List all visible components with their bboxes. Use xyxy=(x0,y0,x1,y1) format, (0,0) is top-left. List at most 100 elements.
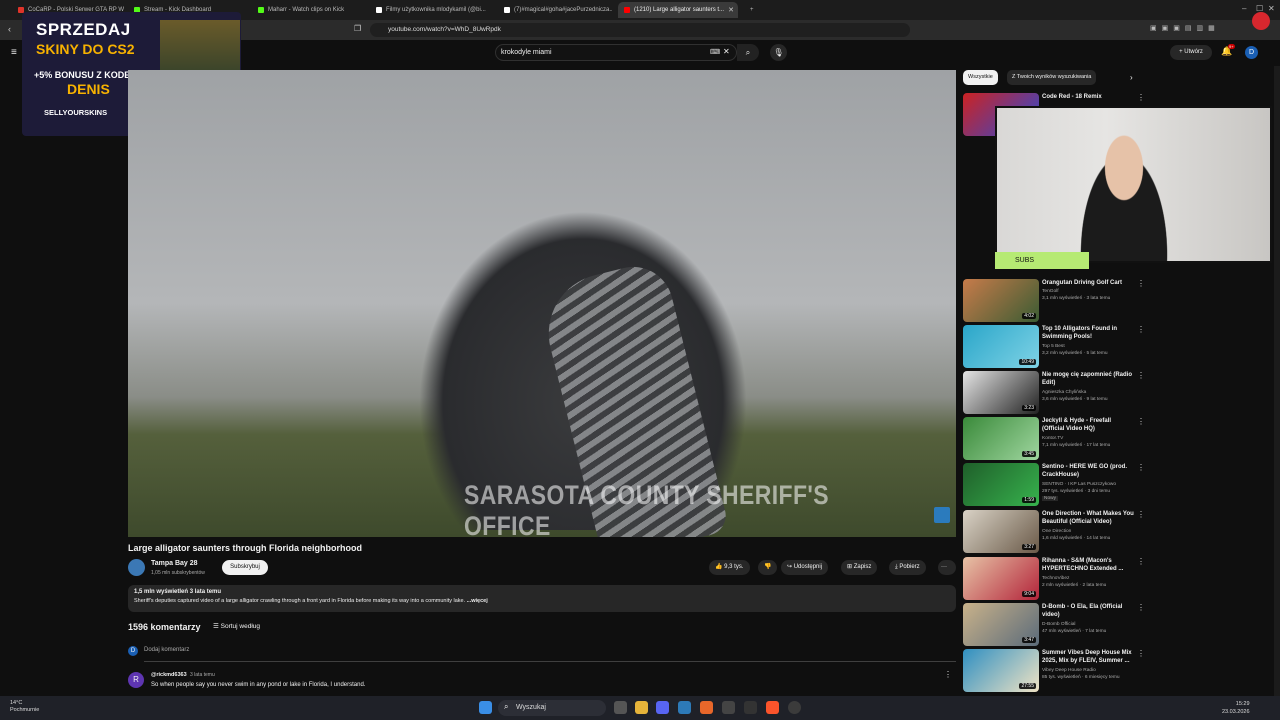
minimize-icon[interactable]: – xyxy=(1242,4,1246,13)
obs-icon[interactable] xyxy=(788,701,801,714)
video-menu-icon[interactable]: ⋮ xyxy=(1137,557,1145,566)
channel-name[interactable]: Tampa Bay 28 xyxy=(151,560,198,567)
comment-menu-icon[interactable]: ⋮ xyxy=(944,670,952,679)
clock[interactable]: 15:29 23.03.2026 xyxy=(1222,700,1250,716)
video-menu-icon[interactable]: ⋮ xyxy=(1137,417,1145,426)
app-icon-2[interactable] xyxy=(722,701,735,714)
taskbar-search[interactable]: Wyszukaj xyxy=(498,700,606,716)
dislike-button[interactable]: 👎 xyxy=(758,560,778,575)
app-icon-3[interactable] xyxy=(744,701,757,714)
recommended-video[interactable]: 9:04 Rihanna - S&M (Macon's HYPERTECHNO E… xyxy=(963,557,1273,601)
keyboard-icon[interactable]: ⌨ xyxy=(710,48,720,56)
recommended-channel[interactable]: D-Bomb Official xyxy=(1042,622,1076,627)
recommended-title[interactable]: Rihanna - S&M (Macon's HYPERTECHNO Exten… xyxy=(1042,557,1134,573)
video-menu-icon[interactable]: ⋮ xyxy=(1137,463,1145,472)
close-tab-icon[interactable]: ✕ xyxy=(728,6,734,14)
recommended-channel[interactable]: TechnoVibez xyxy=(1042,576,1069,581)
close-window-icon[interactable]: ✕ xyxy=(1268,4,1275,13)
browser-tab[interactable]: (1210) Large alligator saunters t... ✕ xyxy=(618,2,738,18)
recommended-channel[interactable]: SENTINO · I KP Las Puszczykowo xyxy=(1042,482,1116,487)
task-view-icon[interactable] xyxy=(614,701,627,714)
app-icon[interactable] xyxy=(700,701,713,714)
more-actions-icon[interactable]: ··· xyxy=(938,560,956,575)
new-tab-icon[interactable]: + xyxy=(744,2,758,18)
save-button[interactable]: ⊞ Zapisz xyxy=(841,560,878,575)
download-button[interactable]: ⤓ Pobierz xyxy=(889,560,926,575)
discord-icon[interactable] xyxy=(656,701,669,714)
video-menu-icon[interactable]: ⋮ xyxy=(1137,93,1145,102)
subscribe-button[interactable]: Subskrybuj xyxy=(222,560,268,575)
commenter-name[interactable]: @rickmd6363 xyxy=(151,672,187,678)
search-button[interactable]: ⌕ xyxy=(737,44,759,61)
file-explorer-icon[interactable] xyxy=(635,701,648,714)
recommended-title[interactable]: Top 10 Alligators Found in Swimming Pool… xyxy=(1042,325,1134,341)
recommended-channel[interactable]: TenGolf xyxy=(1042,289,1059,294)
video-menu-icon[interactable]: ⋮ xyxy=(1137,510,1145,519)
commenter-avatar[interactable]: R xyxy=(128,672,144,688)
video-player[interactable]: SARASOTA COUNTY SHERIFF'S OFFICE xyxy=(128,70,956,537)
recommended-video[interactable]: 10:49 Top 10 Alligators Found in Swimming… xyxy=(963,325,1273,369)
video-menu-icon[interactable]: ⋮ xyxy=(1137,649,1145,658)
recommended-title[interactable]: Nie mogę cię zapomnieć (Radio Edit) xyxy=(1042,371,1134,387)
video-thumbnail[interactable]: 4:02 xyxy=(963,279,1039,322)
video-menu-icon[interactable]: ⋮ xyxy=(1137,325,1145,334)
page-scrollbar[interactable] xyxy=(1274,66,1280,696)
bookmark-icon[interactable]: ❐ xyxy=(354,24,361,33)
url-field[interactable]: youtube.com/watch?v=WhD_8UwRpdk xyxy=(370,23,910,37)
like-button[interactable]: 👍 9,3 tys. xyxy=(709,560,750,575)
share-button[interactable]: ↪ Udostępnij xyxy=(781,560,829,575)
video-thumbnail[interactable]: 27:55 xyxy=(963,649,1039,692)
recommended-title[interactable]: Summer Vibes Deep House Mix 2025, Mix by… xyxy=(1042,649,1134,665)
recommended-video[interactable]: 3:45 Jeckyll & Hyde - Freefall (Official … xyxy=(963,417,1273,461)
start-icon[interactable] xyxy=(479,701,492,714)
chip-all[interactable]: Wszystkie xyxy=(963,70,998,85)
video-thumbnail[interactable]: 9:04 xyxy=(963,557,1039,600)
weather-widget[interactable]: 14°C Pochmurnie xyxy=(10,700,39,714)
recommended-title[interactable]: Code Red - 18 Remix xyxy=(1042,93,1134,101)
recommended-title[interactable]: One Direction - What Makes You Beautiful… xyxy=(1042,510,1134,526)
video-menu-icon[interactable]: ⋮ xyxy=(1137,279,1145,288)
recommended-video[interactable]: 3:27 One Direction - What Makes You Beaut… xyxy=(963,510,1273,554)
more-link[interactable]: ...więcej xyxy=(467,598,488,604)
account-avatar[interactable]: D xyxy=(1245,46,1258,59)
browser-tab[interactable]: Maharr - Watch clips on Kick xyxy=(252,2,364,18)
recommended-video[interactable]: 3:47 D-Bomb - O Ela, Ela (Official video)… xyxy=(963,603,1273,647)
browser-tab[interactable]: Filmy użytkownika mlodykamil (@bi... xyxy=(370,2,492,18)
video-thumbnail[interactable]: 1:59 xyxy=(963,463,1039,506)
recommended-title[interactable]: Sentino - HERE WE GO (prod. CrackHouse) xyxy=(1042,463,1134,479)
create-button[interactable]: + Utwórz xyxy=(1170,45,1212,60)
video-thumbnail[interactable]: 3:45 xyxy=(963,417,1039,460)
menu-icon[interactable]: ≡ xyxy=(11,47,17,58)
recommended-title[interactable]: Orangutan Driving Golf Cart xyxy=(1042,279,1134,287)
recommended-title[interactable]: D-Bomb - O Ela, Ela (Official video) xyxy=(1042,603,1134,619)
steam-icon[interactable] xyxy=(678,701,691,714)
sort-comments-button[interactable]: ☰ Sortuj według xyxy=(213,622,260,630)
recommended-channel[interactable]: Kontor.TV xyxy=(1042,436,1063,441)
extensions-icon[interactable]: ▣▣▣▤▥▦ xyxy=(1150,24,1220,32)
video-thumbnail[interactable]: 3:47 xyxy=(963,603,1039,646)
recommended-video[interactable]: 1:59 Sentino - HERE WE GO (prod. CrackHou… xyxy=(963,463,1273,507)
video-menu-icon[interactable]: ⋮ xyxy=(1137,603,1145,612)
chip-from-search[interactable]: Z Twoich wyników wyszukiwania xyxy=(1007,70,1097,85)
microphone-icon[interactable]: 🎙 xyxy=(770,44,787,61)
recommended-video[interactable]: 27:55 Summer Vibes Deep House Mix 2025, M… xyxy=(963,649,1273,693)
video-thumbnail[interactable]: 3:23 xyxy=(963,371,1039,414)
recommended-title[interactable]: Jeckyll & Hyde - Freefall (Official Vide… xyxy=(1042,417,1134,433)
recommended-channel[interactable]: One Direction xyxy=(1042,529,1071,534)
brave-icon[interactable] xyxy=(766,701,779,714)
search-input[interactable]: krokodyle miami xyxy=(495,44,737,61)
channel-avatar[interactable] xyxy=(128,559,145,576)
recommended-channel[interactable]: Vibey Deep House Radio xyxy=(1042,668,1096,673)
chevron-right-icon[interactable]: › xyxy=(1130,73,1133,82)
recommended-video[interactable]: 3:23 Nie mogę cię zapomnieć (Radio Edit) A… xyxy=(963,371,1273,415)
clear-search-icon[interactable]: ✕ xyxy=(723,47,730,56)
video-thumbnail[interactable]: 3:27 xyxy=(963,510,1039,553)
add-comment-input[interactable]: Dodaj komentarz xyxy=(144,647,189,653)
recommended-video[interactable]: 4:02 Orangutan Driving Golf Cart TenGolf 3,… xyxy=(963,279,1273,323)
browser-tab[interactable]: (7)#magical#goha#jacePurzednicza... xyxy=(498,2,612,18)
video-thumbnail[interactable]: 10:49 xyxy=(963,325,1039,368)
recommended-channel[interactable]: Agnieszka Chylińska xyxy=(1042,390,1086,395)
back-icon[interactable]: ‹ xyxy=(8,24,11,34)
video-menu-icon[interactable]: ⋮ xyxy=(1137,371,1145,380)
recommended-channel[interactable]: Top 5 Best xyxy=(1042,344,1065,349)
